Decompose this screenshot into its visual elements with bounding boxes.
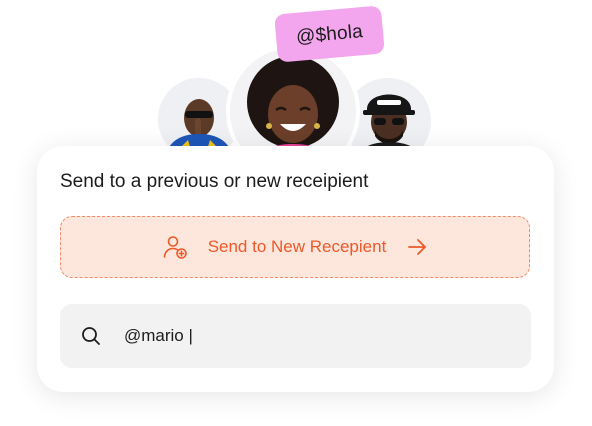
card-title: Send to a previous or new receipient [60,171,369,192]
add-user-icon [162,234,188,260]
username-tag: @$hola [274,5,385,63]
search-input[interactable] [124,326,504,346]
send-to-new-recipient-button[interactable]: Send to New Recepient [60,216,530,278]
recipient-search-field[interactable] [60,304,531,368]
stage: @$hola Send to a previous or new receipi… [0,0,592,426]
send-to-new-recipient-label: Send to New Recepient [207,237,387,256]
arrow-right-icon [406,236,428,258]
send-card: Send to a previous or new receipient Sen… [37,146,554,392]
search-icon [80,325,102,347]
